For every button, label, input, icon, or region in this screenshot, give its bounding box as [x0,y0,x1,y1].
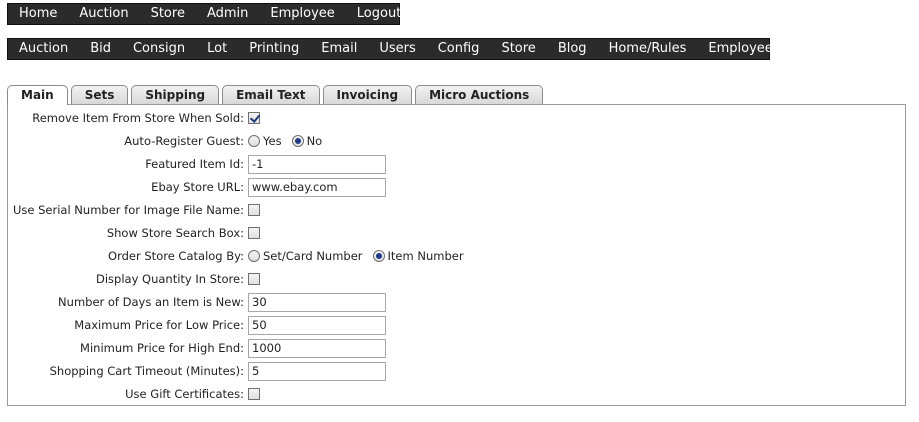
auto-register-label: Auto-Register Guest: [124,134,244,148]
sub-nav-users[interactable]: Users [368,39,426,59]
display-qty-checkbox[interactable] [248,273,260,285]
store-search-label: Show Store Search Box: [106,226,244,240]
featured-item-label: Featured Item Id: [145,157,244,171]
config-tabs: Main Sets Shipping Email Text Invoicing … [7,84,546,105]
min-high-end-label: Minimum Price for High End: [80,341,244,355]
auto-register-yes-radio[interactable] [248,135,260,147]
auto-register-no-label: No [306,134,323,148]
tab-sets[interactable]: Sets [70,85,129,104]
featured-item-input[interactable] [248,154,386,174]
max-low-price-label: Maximum Price for Low Price: [74,318,244,332]
tab-email-text[interactable]: Email Text [222,85,320,104]
order-catalog-label: Order Store Catalog By: [108,249,244,263]
days-new-label: Number of Days an Item is New: [58,295,244,309]
order-by-item-radio[interactable] [372,250,385,262]
top-nav-store[interactable]: Store [140,4,196,24]
top-nav-admin[interactable]: Admin [196,4,259,24]
sub-nav-employees[interactable]: Employees [697,39,790,59]
min-high-end-row: Minimum Price for High End: [8,338,386,358]
gift-certs-row: Use Gift Certificates: [8,384,260,404]
sub-nav-config[interactable]: Config [427,39,491,59]
top-nav-home[interactable]: Home [8,4,68,24]
top-nav: Home Auction Store Admin Employee Logout [7,3,401,25]
sub-nav-auction[interactable]: Auction [8,39,79,59]
sub-nav-store[interactable]: Store [490,39,546,59]
tab-shipping[interactable]: Shipping [131,85,220,104]
display-qty-label: Display Quantity In Store: [95,272,244,286]
order-by-set-radio[interactable] [248,250,260,262]
order-catalog-row: Order Store Catalog By: Set/Card Number … [8,246,474,266]
days-new-input[interactable] [248,292,386,312]
order-by-item-label: Item Number [387,249,464,263]
remove-item-row: Remove Item From Store When Sold: [8,108,260,128]
max-low-price-row: Maximum Price for Low Price: [8,315,386,335]
tab-main[interactable]: Main [7,85,68,105]
ebay-url-input[interactable] [248,177,386,197]
sub-nav-lot[interactable]: Lot [196,39,238,59]
days-new-row: Number of Days an Item is New: [8,292,386,312]
auto-register-no-radio[interactable] [291,135,304,147]
top-nav-auction[interactable]: Auction [68,4,139,24]
sub-nav-blog[interactable]: Blog [547,39,598,59]
max-low-price-input[interactable] [248,315,386,335]
cart-timeout-label: Shopping Cart Timeout (Minutes): [49,364,244,378]
sub-nav-email[interactable]: Email [310,39,368,59]
store-search-row: Show Store Search Box: [8,223,260,243]
ebay-url-row: Ebay Store URL: [8,177,386,197]
cart-timeout-input[interactable] [248,361,386,381]
min-high-end-input[interactable] [248,338,386,358]
remove-item-checkbox[interactable] [248,112,260,124]
featured-item-row: Featured Item Id: [8,154,386,174]
gift-certs-label: Use Gift Certificates: [125,387,244,401]
order-by-set-label: Set/Card Number [263,249,363,263]
sub-nav-printing[interactable]: Printing [238,39,310,59]
sub-nav-bid[interactable]: Bid [79,39,122,59]
tab-invoicing[interactable]: Invoicing [322,85,413,104]
sub-nav-consign[interactable]: Consign [122,39,196,59]
display-qty-row: Display Quantity In Store: [8,269,260,289]
store-search-checkbox[interactable] [248,227,260,239]
remove-item-label: Remove Item From Store When Sold: [32,111,244,125]
serial-image-checkbox[interactable] [248,204,260,216]
sub-nav-home-rules[interactable]: Home/Rules [598,39,698,59]
auto-register-row: Auto-Register Guest: Yes No [8,131,332,151]
admin-sub-nav: Auction Bid Consign Lot Printing Email U… [7,38,780,60]
serial-image-row: Use Serial Number for Image File Name: [8,200,260,220]
top-nav-logout[interactable]: Logout [346,4,413,24]
tab-micro-auctions[interactable]: Micro Auctions [415,85,544,104]
serial-image-label: Use Serial Number for Image File Name: [12,203,244,217]
ebay-url-label: Ebay Store URL: [151,180,244,194]
main-settings-panel: Remove Item From Store When Sold: Auto-R… [7,104,906,406]
top-nav-employee[interactable]: Employee [259,4,345,24]
gift-certs-checkbox[interactable] [248,388,260,400]
cart-timeout-row: Shopping Cart Timeout (Minutes): [8,361,386,381]
auto-register-yes-label: Yes [263,134,282,148]
